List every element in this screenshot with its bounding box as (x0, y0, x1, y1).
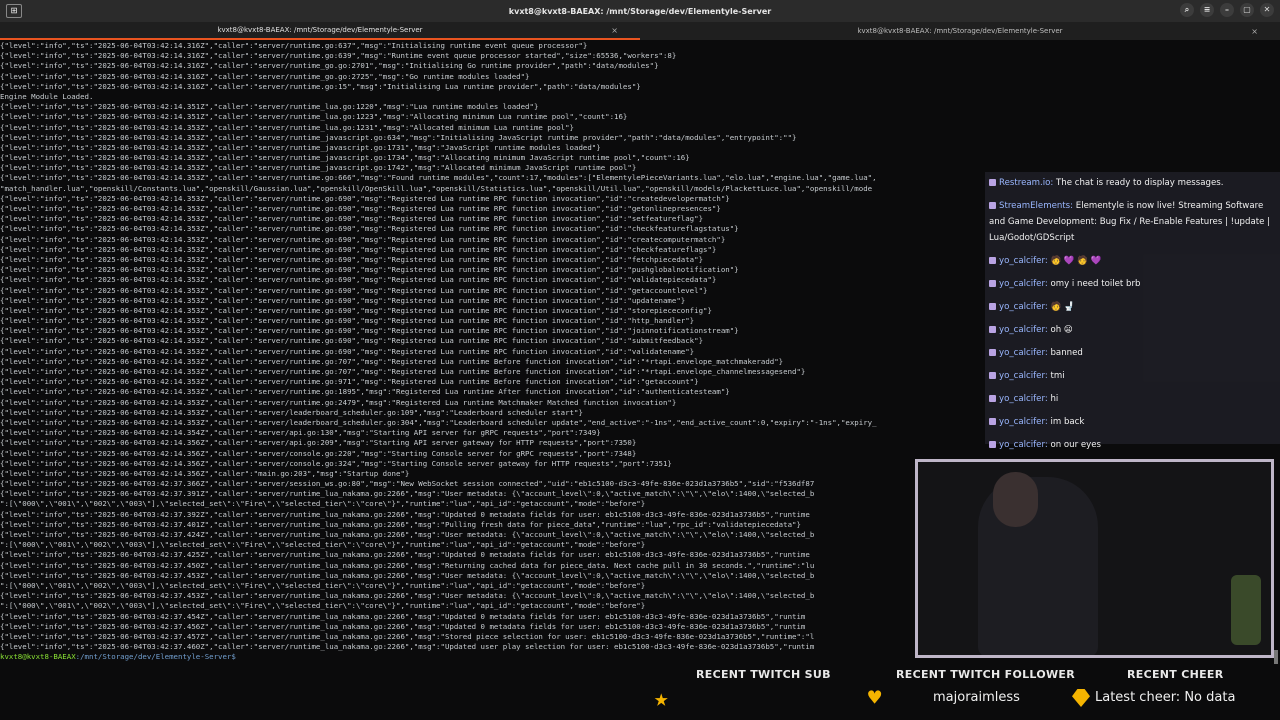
chat-text: omy i need toilet brb (1050, 279, 1141, 289)
terminal-scrollbar[interactable] (1274, 650, 1278, 664)
chat-text: 🧑 🚽 (1050, 302, 1075, 312)
gem-icon (1072, 689, 1090, 707)
heart-icon: ♥ (868, 686, 882, 711)
star-icon: ★ (654, 684, 669, 712)
chat-message: yo_calcifer: oh 😦 (989, 322, 1276, 338)
menu-icon[interactable]: ≡ (1200, 3, 1214, 17)
tab-label: kvxt8@kvxt8-BAEAX: /mnt/Storage/dev/Elem… (857, 27, 1063, 35)
recent-follower-label: RECENT TWITCH FOLLOWER (896, 668, 1076, 681)
tab-label: kvxt8@kvxt8-BAEAX: /mnt/Storage/dev/Elem… (217, 26, 423, 34)
chat-username: yo_calcifer: (999, 279, 1048, 289)
window-titlebar: ⊞ kvxt8@kvxt8-BAEAX: /mnt/Storage/dev/El… (0, 0, 1280, 22)
chat-message: yo_calcifer: omy i need toilet brb (989, 276, 1276, 292)
tab-terminal-1[interactable]: kvxt8@kvxt8-BAEAX: /mnt/Storage/dev/Elem… (0, 22, 640, 40)
recent-cheer-label: RECENT CHEER (1127, 668, 1224, 681)
chat-username: yo_calcifer: (999, 417, 1048, 427)
chat-text: oh 😦 (1050, 325, 1073, 335)
chat-badge-icon (989, 280, 996, 287)
chat-text: on our eyes (1050, 440, 1102, 450)
bottle-shape (1231, 575, 1261, 645)
chat-message: yo_calcifer: banned (989, 345, 1276, 361)
chat-text: im back (1050, 417, 1085, 427)
chat-username: yo_calcifer: (999, 394, 1048, 404)
chat-username: yo_calcifer: (999, 302, 1048, 312)
chat-text: 🧑 💜 🧑 💜 (1050, 256, 1102, 266)
chat-username: StreamElements: (999, 201, 1074, 211)
chat-message: yo_calcifer: tmi (989, 368, 1276, 384)
recent-sub-label: RECENT TWITCH SUB (696, 668, 831, 681)
chat-message: yo_calcifer: hi (989, 391, 1276, 407)
log-line: {"level":"info","ts":"2025-06-04T03:42:1… (0, 61, 659, 71)
webcam-feed (915, 459, 1274, 658)
chat-badge-icon (989, 441, 996, 448)
chat-username: yo_calcifer: (999, 371, 1048, 381)
chat-badge-icon (989, 349, 996, 356)
streamer-head (993, 472, 1038, 527)
recent-cheer-value: Latest cheer: No data (1095, 690, 1236, 705)
recent-follower-name: majoraimless (933, 690, 1020, 705)
chat-message: yo_calcifer: 🧑 🚽 (989, 299, 1276, 315)
chat-message: yo_calcifer: 🧑 💜 🧑 💜 (989, 253, 1276, 269)
stream-footer: RECENT TWITCH SUB ★ RECENT TWITCH FOLLOW… (640, 664, 1280, 720)
window-title: kvxt8@kvxt8-BAEAX: /mnt/Storage/dev/Elem… (508, 6, 772, 16)
chat-username: yo_calcifer: (999, 348, 1048, 358)
chat-badge-icon (989, 257, 996, 264)
tab-close-icon[interactable]: × (611, 26, 618, 35)
chat-text: tmi (1050, 371, 1065, 381)
chat-message: Restream.io: The chat is ready to displa… (989, 175, 1276, 191)
chat-badge-icon (989, 395, 996, 402)
chat-badge-icon (989, 179, 996, 186)
chat-badge-icon (989, 202, 996, 209)
log-line: {"level":"info","ts":"2025-06-04T03:42:1… (0, 41, 588, 50)
maximize-icon[interactable]: ▢ (1240, 3, 1254, 17)
chat-text: hi (1050, 394, 1059, 404)
tab-close-icon[interactable]: × (1251, 27, 1258, 36)
terminal-tabs: kvxt8@kvxt8-BAEAX: /mnt/Storage/dev/Elem… (0, 22, 1280, 40)
log-line: Engine Module Loaded. (0, 91, 94, 101)
close-icon[interactable]: ✕ (1260, 3, 1274, 17)
stream-chat-overlay: Restream.io: The chat is ready to displa… (985, 172, 1280, 450)
log-line: {"level":"info","ts":"2025-06-04T03:42:1… (0, 153, 690, 163)
chat-message: StreamElements: Elementyle is now live! … (989, 198, 1276, 246)
chat-username: yo_calcifer: (999, 325, 1048, 335)
log-line: {"level":"info","ts":"2025-06-04T03:42:1… (0, 71, 530, 81)
minimize-icon[interactable]: – (1220, 3, 1234, 17)
log-line: {"level":"info","ts":"2025-06-04T03:42:1… (0, 142, 601, 152)
log-line: {"level":"info","ts":"2025-06-04T03:42:1… (0, 102, 539, 112)
chat-username: yo_calcifer: (999, 256, 1048, 266)
log-line: {"level":"info","ts":"2025-06-04T03:42:1… (0, 122, 574, 132)
new-tab-icon[interactable]: ⊞ (6, 4, 22, 18)
log-line: {"level":"info","ts":"2025-06-04T03:42:1… (0, 112, 628, 122)
log-line: {"level":"info","ts":"2025-06-04T03:42:1… (0, 81, 641, 91)
chat-text: The chat is ready to display messages. (1056, 178, 1224, 188)
chat-text: banned (1050, 348, 1083, 358)
prompt-user: kvxt8@kvxt8-BAEAX (0, 652, 76, 662)
search-icon[interactable]: ⌕ (1180, 3, 1194, 17)
tab-terminal-2[interactable]: kvxt8@kvxt8-BAEAX: /mnt/Storage/dev/Elem… (640, 22, 1280, 40)
chat-badge-icon (989, 326, 996, 333)
log-line: {"level":"info","ts":"2025-06-04T03:42:1… (0, 51, 677, 61)
chat-badge-icon (989, 303, 996, 310)
log-line: {"level":"info","ts":"2025-06-04T03:42:1… (0, 132, 797, 142)
chat-badge-icon (989, 372, 996, 379)
chat-username: Restream.io: (999, 178, 1054, 188)
chat-username: yo_calcifer: (999, 440, 1048, 450)
chat-message: yo_calcifer: on our eyes (989, 437, 1276, 453)
chat-message: yo_calcifer: im back (989, 414, 1276, 430)
prompt-path: :/mnt/Storage/dev/Elementyle-Server$ (75, 652, 236, 662)
chat-badge-icon (989, 418, 996, 425)
